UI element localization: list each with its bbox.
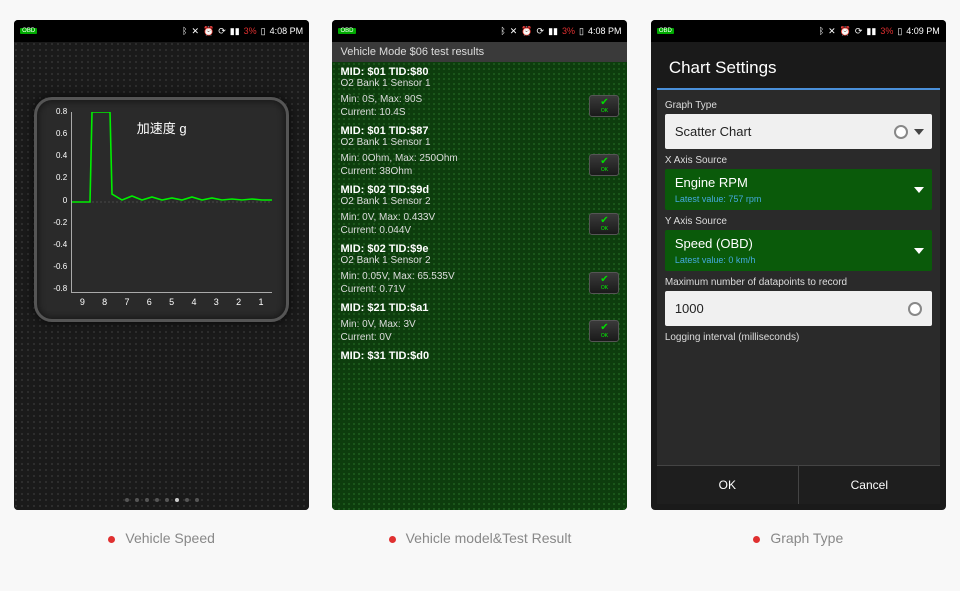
check-icon: ✔ (600, 323, 608, 333)
clock-text: 4:08 PM (588, 26, 622, 36)
obd-icon: OBD (338, 28, 355, 34)
mute-icon: ✕ (828, 26, 836, 37)
sync-icon: ⟳ (855, 26, 863, 37)
bluetooth-icon: ᛒ (182, 26, 187, 36)
graph-type-select[interactable]: Scatter Chart (665, 114, 932, 149)
signal-icon: ▮▮ (866, 26, 876, 37)
logging-interval-label: Logging interval (milliseconds) (665, 332, 932, 343)
check-icon: ✔ (600, 216, 608, 226)
y-axis-labels: 0.80.60.40.20-0.2-0.4-0.6-0.8 (47, 108, 69, 293)
result-row: MID: $01 TID:$87 O2 Bank 1 Sensor 1 Min:… (340, 125, 619, 178)
signal-icon: ▮▮ (230, 26, 240, 37)
bluetooth-icon: ᛒ (500, 26, 505, 36)
ok-badge: ✔OK (589, 154, 619, 176)
alarm-icon: ⏰ (203, 26, 214, 37)
results-list[interactable]: MID: $01 TID:$80 O2 Bank 1 Sensor 1 Min:… (332, 62, 627, 510)
dialog-footer: OK Cancel (657, 465, 940, 504)
status-bar: OBD ᛒ ✕ ⏰ ⟳ ▮▮ 3% ▯ 4:08 PM (14, 20, 309, 42)
y-axis-label: Y Axis Source (665, 216, 932, 227)
result-row: MID: $02 TID:$9e O2 Bank 1 Sensor 2 Min:… (340, 243, 619, 296)
clock-text: 4:09 PM (906, 26, 940, 36)
battery-percent: 3% (244, 26, 257, 36)
alarm-icon: ⏰ (521, 26, 532, 37)
result-row: MID: $02 TID:$9d O2 Bank 1 Sensor 2 Min:… (340, 184, 619, 237)
chevron-down-icon (914, 187, 924, 193)
result-row: MID: $01 TID:$80 O2 Bank 1 Sensor 1 Min:… (340, 66, 619, 119)
chart-settings-dialog: Chart Settings Graph Type Scatter Chart … (657, 48, 940, 504)
x-axis-label: X Axis Source (665, 155, 932, 166)
bluetooth-icon: ᛒ (819, 26, 824, 36)
sync-icon: ⟳ (537, 26, 545, 37)
graph-type-label: Graph Type (665, 100, 932, 111)
max-datapoints-input[interactable]: 1000 (665, 291, 932, 326)
result-row: MID: $21 TID:$a1 Min: 0V, Max: 3VCurrent… (340, 302, 619, 344)
caption-vehicle-speed: Vehicle Speed (14, 530, 309, 546)
status-bar: OBD ᛒ ✕ ⏰ ⟳ ▮▮ 3% ▯ 4:09 PM (651, 20, 946, 42)
battery-percent: 3% (562, 26, 575, 36)
result-row: MID: $31 TID:$d0 (340, 350, 619, 362)
ok-badge: ✔OK (589, 95, 619, 117)
ok-badge: ✔OK (589, 272, 619, 294)
check-icon: ✔ (600, 275, 608, 285)
screen-title: Vehicle Mode $06 test results (332, 42, 627, 62)
phone-chart-settings: OBD ᛒ ✕ ⏰ ⟳ ▮▮ 3% ▯ 4:09 PM Chart Settin… (651, 20, 946, 510)
signal-icon: ▮▮ (548, 26, 558, 37)
phone-test-results: OBD ᛒ ✕ ⏰ ⟳ ▮▮ 3% ▯ 4:08 PM Vehicle Mode… (332, 20, 627, 510)
acceleration-chart: 加速度 g 0.80.60.40.20-0.2-0.4-0.6-0.8 9876… (34, 97, 289, 322)
radio-icon (894, 125, 908, 139)
chevron-down-icon (914, 248, 924, 254)
alarm-icon: ⏰ (840, 26, 851, 37)
battery-icon: ▯ (897, 26, 902, 37)
check-icon: ✔ (600, 98, 608, 108)
clock-text: 4:08 PM (270, 26, 304, 36)
phone-vehicle-speed: OBD ᛒ ✕ ⏰ ⟳ ▮▮ 3% ▯ 4:08 PM 加速度 g 0.80.6… (14, 20, 309, 510)
chevron-down-icon (914, 129, 924, 135)
y-axis-select[interactable]: Speed (OBD) Latest value: 0 km/h (665, 230, 932, 271)
bullet-icon (108, 536, 115, 543)
battery-percent: 3% (880, 26, 893, 36)
battery-icon: ▯ (579, 26, 584, 37)
obd-icon: OBD (20, 28, 37, 34)
status-bar: OBD ᛒ ✕ ⏰ ⟳ ▮▮ 3% ▯ 4:08 PM (332, 20, 627, 42)
sync-icon: ⟳ (218, 26, 226, 37)
battery-icon: ▯ (261, 26, 266, 37)
x-axis-select[interactable]: Engine RPM Latest value: 757 rpm (665, 169, 932, 210)
page-indicator[interactable] (125, 498, 199, 502)
dialog-body[interactable]: Graph Type Scatter Chart X Axis Source E… (657, 90, 940, 465)
ok-badge: ✔OK (589, 320, 619, 342)
caption-graph-type: Graph Type (651, 530, 946, 546)
x-axis-labels: 987654321 (71, 297, 272, 311)
bullet-icon (389, 536, 396, 543)
bullet-icon (753, 536, 760, 543)
radio-icon (908, 302, 922, 316)
cancel-button[interactable]: Cancel (799, 466, 940, 504)
mute-icon: ✕ (191, 26, 199, 37)
caption-test-result: Vehicle model&Test Result (332, 530, 627, 546)
obd-icon: OBD (657, 28, 674, 34)
dialog-title: Chart Settings (657, 48, 940, 90)
max-datapoints-label: Maximum number of datapoints to record (665, 277, 932, 288)
chart-screen[interactable]: 加速度 g 0.80.60.40.20-0.2-0.4-0.6-0.8 9876… (14, 42, 309, 510)
ok-button[interactable]: OK (657, 466, 799, 504)
chart-canvas (71, 112, 272, 293)
check-icon: ✔ (600, 157, 608, 167)
mute-icon: ✕ (510, 26, 518, 37)
ok-badge: ✔OK (589, 213, 619, 235)
